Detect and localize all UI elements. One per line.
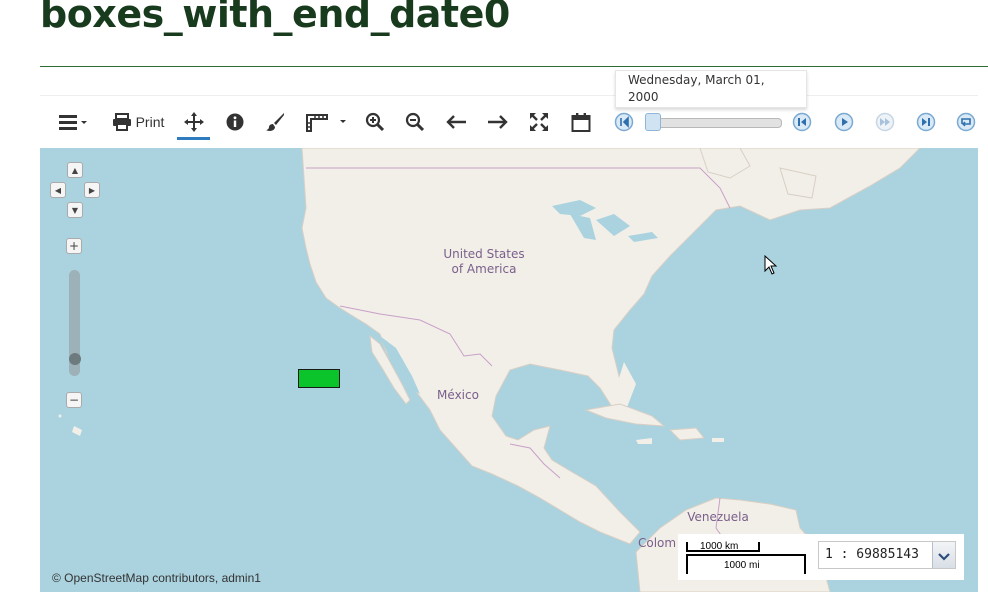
basemap	[58, 148, 921, 592]
scale-mi-label: 1000 mi	[724, 560, 760, 571]
toolbar-divider	[40, 95, 978, 96]
zoom-slider-knob[interactable]	[69, 353, 81, 365]
menu-button[interactable]	[52, 101, 92, 143]
full-extent-icon	[529, 112, 549, 132]
active-tool-indicator	[177, 137, 210, 140]
next-extent-button[interactable]	[482, 101, 512, 143]
zoom-in-button[interactable]	[360, 101, 390, 143]
arrow-right-icon: ▶	[88, 185, 96, 195]
zoom-in-icon	[365, 112, 385, 132]
full-extent-button[interactable]	[524, 101, 554, 143]
time-slider-track[interactable]	[650, 118, 782, 128]
pan-south-button[interactable]: ▼	[67, 202, 83, 218]
time-slider-handle[interactable]	[645, 113, 661, 131]
print-icon	[112, 113, 132, 131]
zoom-out-icon	[405, 112, 425, 132]
pan-icon	[183, 111, 205, 133]
measure-button[interactable]	[302, 101, 350, 143]
play-button[interactable]	[832, 101, 856, 143]
mouse-cursor-icon	[764, 254, 778, 279]
title-divider	[40, 66, 988, 67]
plus-icon: +	[68, 239, 80, 253]
scale-km-label: 1000 km	[700, 541, 739, 552]
scale-panel: 1000 km 1000 mi 1 : 69885143	[678, 534, 964, 580]
slider-start-icon	[614, 112, 634, 132]
style-button[interactable]	[260, 101, 290, 143]
print-button[interactable]: Print	[110, 101, 166, 143]
map-viewport[interactable]: United States of America México Venezuel…	[40, 148, 978, 592]
scale-select[interactable]: 1 : 69885143	[818, 541, 956, 569]
print-label: Print	[135, 114, 165, 130]
zoom-out-button[interactable]	[400, 101, 430, 143]
loop-icon	[956, 112, 976, 132]
arrow-up-icon: ▲	[71, 165, 79, 175]
play-icon	[834, 112, 854, 132]
calendar-icon	[571, 112, 591, 132]
map-zoom-in-button[interactable]: +	[66, 238, 82, 254]
map-attribution: © OpenStreetMap contributors, admin1	[52, 571, 261, 585]
forward-icon	[486, 115, 508, 129]
step-back-icon	[792, 112, 812, 132]
minus-icon: −	[68, 393, 80, 407]
loop-button[interactable]	[954, 101, 978, 143]
map-label-usa: United States of America	[443, 247, 525, 276]
arrow-down-icon: ▼	[71, 205, 79, 215]
scale-dropdown-button[interactable]	[932, 542, 955, 568]
time-tooltip: Wednesday, March 01, 2000	[615, 70, 807, 108]
info-icon	[226, 113, 244, 131]
map-zoom-out-button[interactable]: −	[66, 392, 82, 408]
page-title: boxes_with_end_date0	[40, 0, 510, 36]
pan-west-button[interactable]: ◀	[50, 182, 66, 198]
map-label-mexico: México	[437, 388, 479, 402]
fast-forward-icon	[875, 112, 895, 132]
pan-east-button[interactable]: ▶	[84, 182, 100, 198]
skip-end-icon	[916, 112, 936, 132]
scale-ratio-value: 1 : 69885143	[825, 547, 919, 562]
end-date-box-feature[interactable]	[298, 369, 340, 388]
calendar-button[interactable]	[566, 101, 596, 143]
map-toolbar: Print	[40, 101, 978, 147]
arrow-left-icon: ◀	[54, 185, 62, 195]
fast-forward-button[interactable]	[873, 101, 897, 143]
previous-extent-button[interactable]	[442, 101, 472, 143]
menu-icon	[57, 113, 87, 131]
measure-icon	[304, 112, 348, 132]
pan-north-button[interactable]: ▲	[67, 162, 83, 178]
map-label-venezuela: Venezuela	[687, 510, 749, 524]
paint-icon	[265, 112, 285, 132]
skip-end-button[interactable]	[914, 101, 938, 143]
back-icon	[446, 115, 468, 129]
chevron-down-icon	[938, 546, 950, 565]
info-button[interactable]	[220, 101, 250, 143]
